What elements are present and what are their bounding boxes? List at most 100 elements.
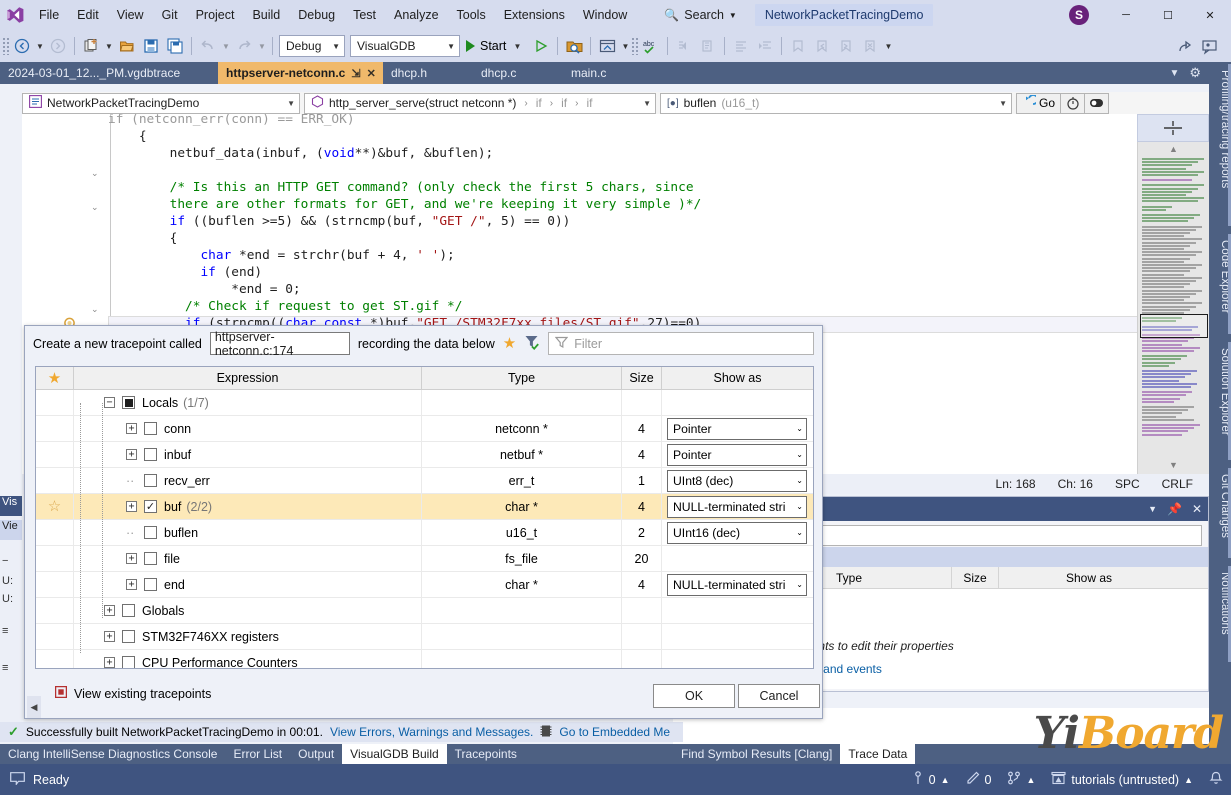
row-star-cell[interactable]	[36, 572, 74, 597]
row-checkbox[interactable]	[144, 526, 157, 539]
expander-box[interactable]: +	[126, 423, 137, 434]
row-star-cell[interactable]	[36, 416, 74, 441]
expander-box[interactable]: +	[126, 553, 137, 564]
expression-cell[interactable]: + STM32F746XX registers	[74, 624, 422, 649]
close-button[interactable]: ✕	[1189, 0, 1231, 30]
tab-dhcp-h[interactable]: dhcp.h	[383, 62, 473, 84]
menu-debug[interactable]: Debug	[289, 0, 344, 30]
expression-cell[interactable]: + CPU Performance Counters	[74, 650, 422, 668]
show-as-cell[interactable]: UInt8 (dec) ⌄	[662, 468, 812, 493]
menu-project[interactable]: Project	[187, 0, 244, 30]
caret-up-icon[interactable]: ▲	[941, 775, 950, 785]
table-row[interactable]: + conn netconn * 4 Pointer ⌄	[36, 416, 813, 442]
minimize-button[interactable]: ─	[1105, 0, 1147, 30]
feedback-icon[interactable]	[1197, 34, 1221, 58]
expression-cell[interactable]: + file	[74, 546, 422, 571]
symbol-selector-combo[interactable]: [●] buflen (u16_t) ▼	[660, 92, 1012, 114]
row-checkbox[interactable]	[122, 630, 135, 643]
menu-file[interactable]: File	[30, 0, 68, 30]
show-as-select[interactable]: Pointer ⌄	[667, 443, 807, 466]
menu-tools[interactable]: Tools	[448, 0, 495, 30]
expression-cell[interactable]: ·· recv_err	[74, 468, 422, 493]
bottom-tab-trace-data[interactable]: Trace Data	[840, 744, 916, 764]
expression-cell[interactable]: − Locals (1/7)	[74, 390, 422, 415]
expand-icon[interactable]: +	[104, 657, 122, 668]
bottom-tab-clang-console[interactable]: Clang IntelliSense Diagnostics Console	[0, 744, 225, 764]
table-row[interactable]: + end char * 4 NULL-terminated stri ⌄	[36, 572, 813, 598]
row-checkbox[interactable]	[144, 422, 157, 435]
spellcheck-abc-icon[interactable]: abc	[639, 34, 663, 58]
table-row[interactable]: ·· recv_err err_t 1 UInt8 (dec) ⌄	[36, 468, 813, 494]
row-checkbox[interactable]	[144, 474, 157, 487]
favorites-star-icon[interactable]: ★	[503, 336, 516, 351]
table-row[interactable]: + CPU Performance Counters	[36, 650, 813, 668]
expand-icon[interactable]: +	[126, 449, 144, 460]
cancel-button[interactable]: Cancel	[738, 684, 820, 708]
col-type[interactable]: Type	[422, 367, 622, 389]
expander-box[interactable]: +	[104, 631, 115, 642]
collapse-icon[interactable]: −	[104, 397, 122, 408]
row-checkbox[interactable]	[122, 396, 135, 409]
status-source-control[interactable]: ▲	[1007, 771, 1035, 788]
left-dock-tab[interactable]: Vis	[0, 496, 22, 516]
tracepoint-button[interactable]	[1085, 92, 1110, 114]
col-size[interactable]: Size	[622, 367, 662, 389]
table-row[interactable]: ·· buflen u16_t 2 UInt16 (dec) ⌄	[36, 520, 813, 546]
tab-vgdbtrace[interactable]: 2024-03-01_12..._PM.vgdbtrace	[0, 62, 218, 84]
row-star-cell[interactable]	[36, 598, 74, 623]
line-ending-indicator[interactable]: CRLF	[1162, 477, 1193, 491]
tp-col-size[interactable]: Size	[952, 567, 999, 588]
tab-overflow-icon[interactable]: ▼	[1169, 68, 1179, 79]
expression-cell[interactable]: + Globals	[74, 598, 422, 623]
new-project-dropdown-icon[interactable]: ▼	[103, 42, 115, 51]
fold-chevron-icon[interactable]: ⌄	[91, 304, 99, 315]
bottom-tab-error-list[interactable]: Error List	[225, 744, 290, 764]
expand-icon[interactable]: +	[126, 553, 144, 564]
row-star-cell[interactable]	[36, 390, 74, 415]
function-selector-combo[interactable]: http_server_serve(struct netconn *) › if…	[304, 92, 656, 114]
expression-cell[interactable]: + conn	[74, 416, 422, 441]
tracepoint-name-input[interactable]: httpserver-netconn.c:174	[209, 330, 350, 358]
expand-icon[interactable]: +	[126, 579, 144, 590]
split-view-handle[interactable]	[1137, 114, 1209, 142]
row-checkbox[interactable]: ✓	[144, 500, 157, 513]
expander-box[interactable]: +	[126, 501, 137, 512]
menu-build[interactable]: Build	[243, 0, 289, 30]
avatar[interactable]: S	[1069, 5, 1089, 25]
tab-httpserver-netconn-c[interactable]: httpserver-netconn.c ⇲ ✕	[218, 62, 383, 84]
menu-analyze[interactable]: Analyze	[385, 0, 447, 30]
expand-icon[interactable]: +	[126, 423, 144, 434]
status-errors[interactable]: 0 ▲	[912, 771, 950, 788]
start-without-debugging-icon[interactable]	[529, 34, 553, 58]
scroll-down-arrow-icon[interactable]: ▼	[1169, 460, 1178, 470]
caret-up-icon[interactable]: ▲	[1184, 775, 1193, 785]
menu-git[interactable]: Git	[153, 0, 187, 30]
col-show-as[interactable]: Show as	[662, 367, 813, 389]
go-button[interactable]: Go	[1016, 92, 1062, 114]
row-checkbox[interactable]	[144, 448, 157, 461]
view-errors-link[interactable]: View Errors, Warnings and Messages.	[330, 725, 533, 739]
navigate-back-icon[interactable]	[10, 34, 34, 58]
show-as-cell[interactable]	[662, 390, 812, 415]
row-checkbox[interactable]	[122, 604, 135, 617]
row-star-cell[interactable]	[36, 520, 74, 545]
pin-icon[interactable]: 📌	[1167, 502, 1182, 516]
row-star-cell[interactable]	[36, 650, 74, 668]
show-as-select[interactable]: NULL-terminated stri ⌄	[667, 495, 807, 518]
tab-main-c[interactable]: main.c	[563, 62, 649, 84]
table-row[interactable]: + inbuf netbuf * 4 Pointer ⌄	[36, 442, 813, 468]
left-dock-subtab[interactable]: Vie	[0, 520, 22, 540]
bottom-tab-tracepoints[interactable]: Tracepoints	[447, 744, 525, 764]
status-repository[interactable]: tutorials (untrusted) ▲	[1051, 771, 1193, 788]
toolbar-grip-2[interactable]	[631, 37, 640, 55]
table-row[interactable]: − Locals (1/7)	[36, 390, 813, 416]
fold-chevron-icon[interactable]: ⌄	[91, 202, 99, 213]
solution-platform-combo[interactable]: VisualGDB ▼	[350, 35, 460, 57]
minimap-viewport-thumb[interactable]	[1140, 314, 1208, 338]
expander-box[interactable]: +	[104, 657, 115, 668]
open-file-icon[interactable]	[115, 34, 139, 58]
share-icon[interactable]	[1173, 34, 1197, 58]
show-as-cell[interactable]: Pointer ⌄	[662, 442, 812, 467]
row-star-cell[interactable]	[36, 546, 74, 571]
go-to-embedded-memory-link[interactable]: Go to Embedded Me	[559, 725, 670, 739]
